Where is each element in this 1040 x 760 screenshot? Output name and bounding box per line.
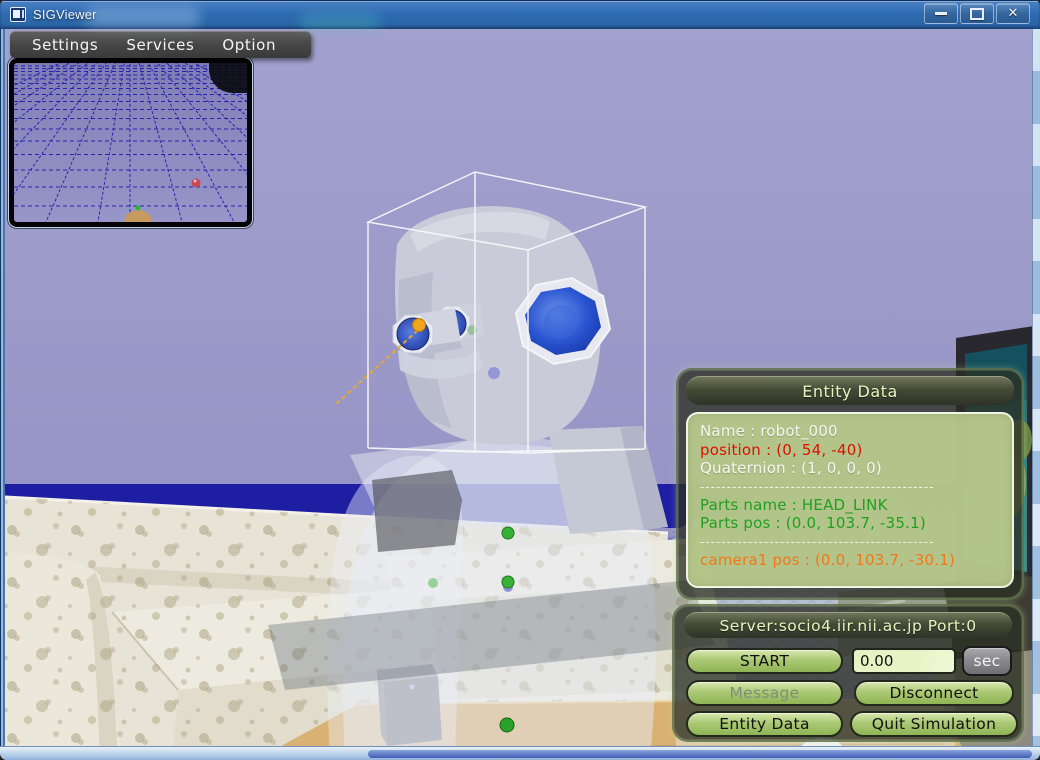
separator-line: ----------------------------------------…: [700, 478, 1000, 496]
close-icon: ✕: [1008, 7, 1019, 20]
close-button[interactable]: ✕: [996, 3, 1030, 24]
minimap-grid: [14, 63, 247, 222]
title-bar[interactable]: SIGViewer ✕: [0, 0, 1040, 29]
camera1-pos-line: camera1 pos : (0.0, 103.7, -30.1): [700, 551, 1000, 570]
minimize-icon: [935, 12, 947, 15]
entity-position-line: position : (0, 54, -40): [700, 441, 1000, 460]
window-controls: ✕: [924, 3, 1030, 24]
minimize-button[interactable]: [924, 3, 958, 24]
app-window: Settings Services Option Entity Data Nam…: [0, 0, 1040, 760]
minimap-view: [14, 63, 247, 222]
disconnect-button[interactable]: Disconnect: [854, 680, 1014, 706]
server-control-panel: Server:socio4.iir.nii.ac.jp Port:0 START…: [672, 604, 1024, 742]
entity-data-button[interactable]: Entity Data: [686, 711, 843, 737]
window-border-right: [1032, 29, 1040, 746]
separator-line: ----------------------------------------…: [700, 533, 1000, 551]
entity-panel-body: Name : robot_000 position : (0, 54, -40)…: [686, 412, 1014, 588]
menu-services[interactable]: Services: [112, 36, 208, 54]
quit-simulation-button[interactable]: Quit Simulation: [850, 711, 1018, 737]
window-border-bottom: [0, 746, 1040, 760]
message-button[interactable]: Message: [686, 680, 843, 706]
entity-name-line: Name : robot_000: [700, 422, 1000, 441]
window-border-left: [0, 29, 5, 746]
maximize-icon: [970, 8, 984, 20]
window-title: SIGViewer: [33, 7, 97, 22]
menu-bar: Settings Services Option: [10, 31, 311, 58]
server-panel-title: Server:socio4.iir.nii.ac.jp Port:0: [684, 612, 1012, 638]
entity-quaternion-line: Quaternion : (1, 0, 0, 0): [700, 459, 1000, 478]
time-input[interactable]: [852, 648, 956, 674]
parts-name-line: Parts name : HEAD_LINK: [700, 496, 1000, 515]
entity-panel-title: Entity Data: [686, 376, 1014, 405]
titlebar-glass-highlight: [300, 15, 380, 29]
start-button[interactable]: START: [686, 648, 843, 674]
maximize-button[interactable]: [960, 3, 994, 24]
sec-button[interactable]: sec: [962, 646, 1012, 676]
app-icon: [10, 7, 26, 22]
menu-option[interactable]: Option: [208, 36, 290, 54]
entity-data-panel: Entity Data Name : robot_000 position : …: [676, 368, 1024, 600]
minimap-viewport[interactable]: [8, 57, 253, 228]
minimap-red-sphere: [192, 179, 201, 188]
titlebar-glass-highlight: [85, 7, 200, 27]
parts-pos-line: Parts pos : (0.0, 103.7, -35.1): [700, 514, 1000, 533]
menu-settings[interactable]: Settings: [18, 36, 112, 54]
